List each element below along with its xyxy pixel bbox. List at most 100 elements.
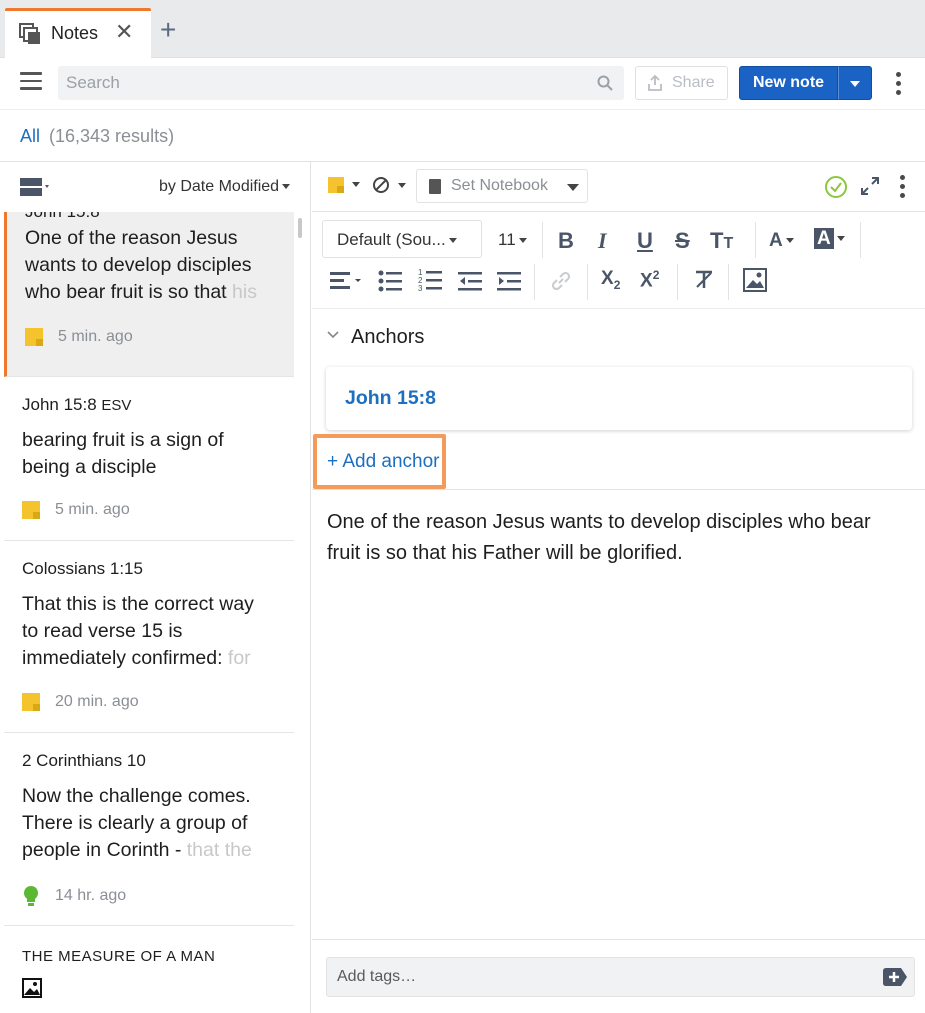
more-options-icon[interactable] bbox=[896, 72, 902, 99]
bullet-list-icon[interactable] bbox=[378, 270, 404, 292]
chevron-down-icon bbox=[327, 331, 339, 339]
tab-bar: Notes ✕ + bbox=[0, 0, 925, 58]
view-toggle-button[interactable] bbox=[20, 176, 56, 203]
search-icon[interactable] bbox=[596, 74, 614, 92]
note-snippet: That this is the correct way to read ver… bbox=[22, 593, 254, 669]
sort-dropdown[interactable]: by Date Modified bbox=[159, 178, 291, 196]
chevron-down-icon bbox=[850, 81, 860, 87]
chevron-down-icon bbox=[398, 182, 406, 188]
add-tag-icon[interactable] bbox=[883, 968, 907, 986]
svg-text:3: 3 bbox=[418, 284, 423, 292]
note-type-dropdown[interactable] bbox=[328, 176, 360, 194]
new-note-button[interactable]: New note bbox=[739, 66, 838, 100]
note-time: 5 min. ago bbox=[58, 328, 133, 345]
anchors-title: Anchors bbox=[351, 326, 425, 348]
text-case-icon[interactable]: TT bbox=[710, 228, 733, 254]
results-count: (16,343 results) bbox=[49, 126, 175, 146]
note-title: 2 Corinthians 10 bbox=[22, 751, 146, 770]
notes-list[interactable]: John 15:8 One of the reason Jesus wants … bbox=[0, 212, 296, 1013]
tags-area bbox=[312, 939, 925, 1013]
subscript-icon[interactable]: X2 bbox=[601, 268, 620, 292]
font-family-select[interactable]: Default (Sou... bbox=[322, 220, 482, 258]
add-anchor-label: + Add anchor bbox=[327, 451, 440, 472]
notebook-dropdown[interactable]: Set Notebook bbox=[416, 169, 588, 203]
saved-check-icon bbox=[825, 176, 847, 198]
font-color-icon[interactable]: A bbox=[769, 230, 794, 252]
main-toolbar: Share New note bbox=[0, 58, 925, 110]
note-time: 5 min. ago bbox=[55, 501, 130, 518]
no-style-icon bbox=[373, 177, 389, 193]
notes-stack-icon bbox=[19, 23, 40, 44]
new-note-dropdown-button[interactable] bbox=[838, 66, 872, 100]
results-bar: All (16,343 results) bbox=[0, 110, 925, 162]
lightbulb-icon bbox=[24, 886, 38, 906]
close-tab-icon[interactable]: ✕ bbox=[115, 19, 133, 45]
numbered-list-icon[interactable]: 1 2 3 bbox=[418, 268, 444, 292]
font-size-label: 11 bbox=[498, 230, 516, 249]
bold-icon[interactable]: B bbox=[558, 228, 574, 254]
format-toolbar: Default (Sou... 11 B I U S TT A A 1 2 3 … bbox=[312, 212, 925, 309]
scrollbar[interactable] bbox=[298, 218, 302, 238]
indent-icon[interactable] bbox=[497, 270, 523, 292]
tab-label: Notes bbox=[51, 23, 99, 43]
chevron-down-icon bbox=[567, 184, 579, 191]
notes-list-panel: by Date Modified John 15:8 One of the re… bbox=[0, 162, 311, 1013]
font-family-label: Default (Sou... bbox=[337, 230, 446, 249]
list-item[interactable]: 2 Corinthians 10 Now the challenge comes… bbox=[4, 733, 294, 926]
list-view-icon bbox=[20, 178, 49, 196]
editor-header: Set Notebook bbox=[312, 162, 925, 212]
clear-style-dropdown[interactable] bbox=[372, 176, 406, 194]
list-item[interactable]: Colossians 1:15 That this is the correct… bbox=[4, 541, 294, 733]
list-item[interactable]: THE MEASURE OF A MAN bbox=[4, 926, 294, 1013]
underline-icon[interactable]: U bbox=[637, 228, 653, 254]
outdent-icon[interactable] bbox=[458, 270, 484, 292]
chevron-down-icon bbox=[282, 184, 291, 190]
share-icon bbox=[648, 74, 662, 91]
strikethrough-icon[interactable]: S bbox=[675, 228, 690, 254]
note-time: 14 hr. ago bbox=[55, 887, 127, 904]
share-label: Share bbox=[672, 74, 715, 91]
highlight-color-icon[interactable]: A bbox=[814, 228, 845, 250]
search-input[interactable] bbox=[58, 66, 588, 100]
editor-more-icon[interactable] bbox=[900, 175, 906, 202]
list-header: by Date Modified bbox=[0, 162, 310, 212]
image-icon bbox=[22, 978, 42, 998]
anchor-card: John 15:8 bbox=[326, 367, 912, 430]
chevron-down-icon bbox=[448, 238, 457, 244]
note-snippet: One of the reason Jesus wants to develop… bbox=[25, 227, 257, 303]
link-icon[interactable] bbox=[550, 270, 572, 292]
tags-input[interactable] bbox=[327, 958, 867, 996]
expand-icon[interactable] bbox=[860, 176, 880, 196]
tags-input-box bbox=[326, 957, 915, 997]
hamburger-menu-icon[interactable] bbox=[20, 72, 42, 92]
note-snippet: Now the challenge comes. There is clearl… bbox=[22, 785, 252, 861]
sticky-note-icon bbox=[22, 501, 40, 519]
divider bbox=[312, 489, 925, 490]
clear-formatting-icon[interactable] bbox=[692, 268, 716, 292]
share-button[interactable]: Share bbox=[635, 66, 728, 100]
sticky-note-icon bbox=[22, 693, 40, 711]
note-title: THE MEASURE OF A MAN bbox=[22, 948, 216, 965]
note-title: John 15:8 bbox=[25, 212, 100, 222]
add-anchor-button[interactable]: + Add anchor bbox=[313, 434, 446, 489]
chevron-down-icon bbox=[518, 238, 527, 244]
list-item[interactable]: John 15:8 ESV bearing fruit is a sign of… bbox=[4, 377, 294, 541]
font-size-select[interactable]: 11 bbox=[498, 230, 527, 250]
chevron-down-icon bbox=[352, 182, 360, 188]
filter-all-link[interactable]: All bbox=[20, 126, 40, 147]
superscript-icon[interactable]: X2 bbox=[640, 268, 659, 292]
sticky-note-icon bbox=[328, 176, 344, 193]
list-item[interactable]: John 15:8 One of the reason Jesus wants … bbox=[4, 212, 294, 377]
notebook-label: Set Notebook bbox=[451, 177, 548, 194]
italic-icon[interactable]: I bbox=[598, 228, 607, 254]
note-body-editor[interactable]: One of the reason Jesus wants to develop… bbox=[327, 507, 907, 569]
note-title: Colossians 1:15 bbox=[22, 559, 143, 578]
add-tab-icon[interactable]: + bbox=[160, 16, 176, 44]
sticky-note-icon bbox=[25, 328, 43, 346]
tab-notes[interactable]: Notes ✕ bbox=[5, 8, 151, 58]
align-left-icon[interactable] bbox=[330, 270, 364, 292]
insert-image-icon[interactable] bbox=[743, 268, 767, 292]
notebook-icon bbox=[429, 179, 441, 194]
search-box bbox=[58, 66, 624, 100]
anchor-link[interactable]: John 15:8 bbox=[345, 387, 436, 410]
